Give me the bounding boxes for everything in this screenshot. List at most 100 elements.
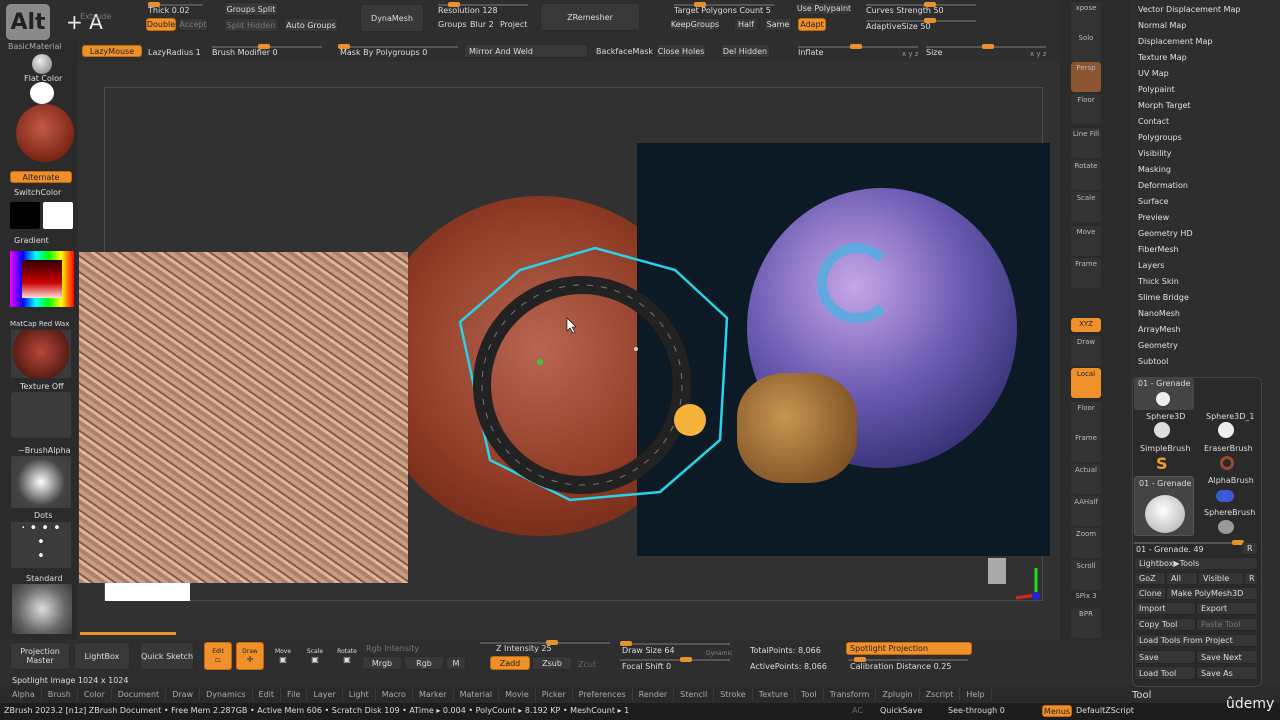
tool-menu-thick-skin[interactable]: Thick Skin [1138, 277, 1179, 286]
shelf-move-button[interactable]: Move [1071, 226, 1101, 256]
z-intensity-slider[interactable]: Z Intensity 25 [496, 644, 552, 653]
current-tool-thumb[interactable]: 01 - Grenade [1134, 378, 1194, 410]
alphabrush-icon[interactable] [1216, 490, 1234, 502]
draw-size-track[interactable] [620, 641, 730, 646]
sphere3d-1-thumb[interactable] [1218, 422, 1234, 438]
shelf-bpr-button[interactable]: BPR [1071, 608, 1101, 638]
ac-toggle[interactable]: AC [852, 706, 863, 715]
rgb-button[interactable]: Rgb [404, 656, 444, 670]
scale-button[interactable]: Scale ▣ [302, 642, 328, 670]
menu-render[interactable]: Render [633, 688, 675, 701]
goz-button[interactable]: GoZ [1134, 572, 1166, 585]
tool-sphere3d-1[interactable]: Sphere3D_1 [1206, 412, 1255, 421]
menu-brush[interactable]: Brush [42, 688, 78, 701]
tool-menu-normal-map[interactable]: Normal Map [1138, 21, 1186, 30]
quick-sketch-button[interactable]: Quick Sketch [140, 642, 194, 670]
eraserbrush-icon[interactable] [1220, 456, 1234, 470]
shelf-spix-3-button[interactable]: SPix 3 [1071, 590, 1101, 604]
shelf-zoom-button[interactable]: Zoom [1071, 528, 1101, 558]
tool-menu-visibility[interactable]: Visibility [1138, 149, 1172, 158]
goz-r-button[interactable]: R [1244, 572, 1258, 585]
simplebrush-icon[interactable]: S [1156, 456, 1170, 472]
shelf-draw-button[interactable]: Draw [1071, 336, 1101, 366]
menu-tool[interactable]: Tool [795, 688, 824, 701]
menu-edit[interactable]: Edit [253, 688, 282, 701]
tool-menu-polygroups[interactable]: Polygroups [1138, 133, 1182, 142]
menu-zplugin[interactable]: Zplugin [876, 688, 920, 701]
menu-stroke[interactable]: Stroke [714, 688, 753, 701]
tool-sphere3d[interactable]: Sphere3D [1146, 412, 1185, 421]
lightbox-tools-button[interactable]: Lightbox▶Tools [1134, 557, 1258, 570]
tool-menu-fibermesh[interactable]: FiberMesh [1138, 245, 1179, 254]
calibration-distance-slider[interactable]: Calibration Distance 0.25 [850, 662, 951, 671]
shelf-local-button[interactable]: Local [1071, 368, 1101, 398]
focal-shift-slider[interactable]: Focal Shift 0 [622, 662, 671, 671]
edit-button[interactable]: Edit ⏢ [204, 642, 232, 670]
tool-menu-slime-bridge[interactable]: Slime Bridge [1138, 293, 1189, 302]
tool-menu-preview[interactable]: Preview [1138, 213, 1169, 222]
tool-menu-surface[interactable]: Surface [1138, 197, 1168, 206]
tool-menu-morph-target[interactable]: Morph Target [1138, 101, 1191, 110]
menu-dynamics[interactable]: Dynamics [200, 688, 253, 701]
zsub-button[interactable]: Zsub [532, 656, 572, 670]
menu-help[interactable]: Help [960, 688, 992, 701]
make-polymesh3d-button[interactable]: Make PolyMesh3D [1166, 587, 1258, 600]
shelf-frame-button[interactable]: Frame [1071, 432, 1101, 462]
menu-draw[interactable]: Draw [166, 688, 201, 701]
shelf-actual-button[interactable]: Actual [1071, 464, 1101, 494]
active-tool-large-thumb[interactable]: 01 - Grenade [1134, 476, 1194, 536]
shelf-xyz-button[interactable]: XYZ [1071, 318, 1101, 332]
tool-menu-uv-map[interactable]: UV Map [1138, 69, 1169, 78]
tool-menu-polypaint[interactable]: Polypaint [1138, 85, 1175, 94]
projection-master-button[interactable]: Projection Master [10, 642, 70, 670]
load-tool-button[interactable]: Load Tool [1134, 666, 1196, 680]
shelf-aahalf-button[interactable]: AAHalf [1071, 496, 1101, 526]
draw-size-slider[interactable]: Draw Size 64 [622, 646, 675, 655]
rotate-button[interactable]: Rotate ▣ [334, 642, 360, 670]
tool-menu-vector-displacement-map[interactable]: Vector Displacement Map [1138, 5, 1240, 14]
tool-alphabrush[interactable]: AlphaBrush [1208, 476, 1254, 485]
menu-picker[interactable]: Picker [536, 688, 573, 701]
load-tools-from-project-button[interactable]: Load Tools From Project [1134, 634, 1258, 647]
move-button[interactable]: Move ▣ [270, 642, 296, 670]
tool-count-slider[interactable]: 01 - Grenade. 49 [1136, 545, 1204, 554]
spherebrush-icon[interactable] [1218, 520, 1234, 534]
tool-menu-deformation[interactable]: Deformation [1138, 181, 1188, 190]
menu-material[interactable]: Material [454, 688, 500, 701]
menu-alpha[interactable]: Alpha [6, 688, 42, 701]
menus-toggle[interactable]: Menus [1042, 705, 1072, 717]
shelf-floor-button[interactable]: Floor [1071, 94, 1101, 124]
calibration-distance-track[interactable] [848, 657, 968, 662]
paste-tool-button[interactable]: Paste Tool [1196, 618, 1258, 631]
import-button[interactable]: Import [1134, 602, 1196, 615]
save-button[interactable]: Save [1134, 650, 1196, 664]
menu-file[interactable]: File [281, 688, 308, 701]
menu-layer[interactable]: Layer [307, 688, 343, 701]
shelf-scroll-button[interactable]: Scroll [1071, 560, 1101, 590]
z-intensity-track[interactable] [480, 640, 610, 645]
copy-tool-button[interactable]: Copy Tool [1134, 618, 1196, 631]
menu-marker[interactable]: Marker [413, 688, 454, 701]
tool-spherebrush[interactable]: SphereBrush [1204, 508, 1255, 517]
shelf-rotate-button[interactable]: Rotate [1071, 160, 1101, 190]
sphere3d-thumb[interactable] [1154, 422, 1170, 438]
tool-count-track[interactable] [1134, 540, 1246, 545]
dynamic-toggle[interactable]: Dynamic [706, 650, 732, 657]
shelf-solo-button[interactable]: Solo [1071, 32, 1101, 62]
clone-button[interactable]: Clone [1134, 587, 1166, 600]
export-button[interactable]: Export [1196, 602, 1258, 615]
menu-light[interactable]: Light [343, 688, 376, 701]
menu-color[interactable]: Color [78, 688, 112, 701]
all-button[interactable]: All [1166, 572, 1198, 585]
shelf-scale-button[interactable]: Scale [1071, 192, 1101, 222]
menu-preferences[interactable]: Preferences [573, 688, 633, 701]
menu-texture[interactable]: Texture [753, 688, 796, 701]
visible-button[interactable]: Visible [1198, 572, 1244, 585]
quicksave-button[interactable]: QuickSave [880, 706, 922, 715]
tool-menu-displacement-map[interactable]: Displacement Map [1138, 37, 1212, 46]
mrgb-button[interactable]: Mrgb [362, 656, 402, 670]
tool-menu-texture-map[interactable]: Texture Map [1138, 53, 1187, 62]
shelf-line-fill-button[interactable]: Line Fill [1071, 128, 1101, 158]
rgb-intensity-slider[interactable]: Rgb Intensity [366, 644, 419, 653]
tool-menu-subtool[interactable]: Subtool [1138, 357, 1168, 366]
